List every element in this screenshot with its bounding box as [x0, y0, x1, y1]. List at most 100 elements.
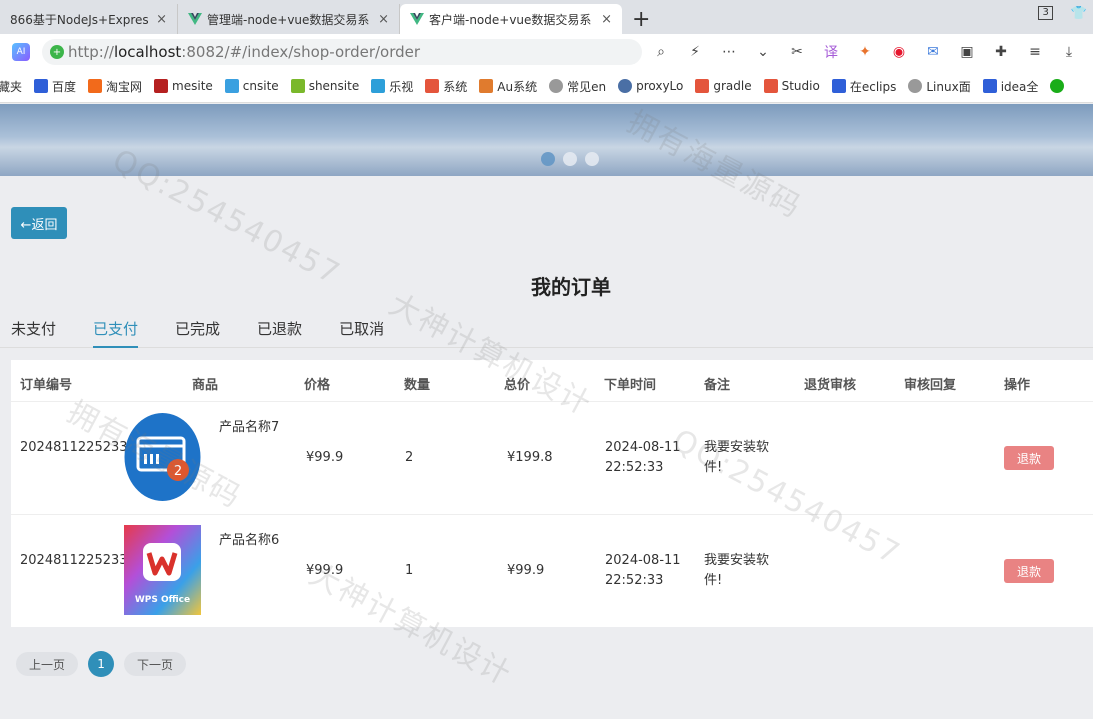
- bookmark-label: 百度: [52, 79, 77, 94]
- carousel-dot[interactable]: [563, 152, 577, 166]
- site-icon: [224, 79, 239, 93]
- tab-refunded[interactable]: 已退款: [257, 318, 302, 348]
- order-time: 2024-08-11 22:52:33: [605, 440, 681, 475]
- chevron-down-icon[interactable]: ⌄: [754, 44, 772, 60]
- bookmark-label: mesite: [172, 79, 213, 93]
- next-page-button[interactable]: 下一页: [124, 652, 187, 676]
- menu-icon[interactable]: ≡: [1026, 44, 1044, 60]
- bookmarks-bar: 藏夹 百度 淘宝网 mesite cnsite shensite 乐视 系统 A…: [0, 70, 1093, 103]
- browser-tab-active[interactable]: 客户端-node+vue数据交易系 ×: [400, 4, 622, 34]
- close-icon[interactable]: ×: [378, 12, 389, 27]
- tab-count-icon[interactable]: 3: [1038, 6, 1053, 20]
- translate-icon[interactable]: 译: [822, 42, 840, 62]
- order-id: 2024811225233753: [20, 553, 153, 568]
- back-button[interactable]: ←返回: [11, 207, 67, 239]
- product-image[interactable]: 2: [124, 412, 201, 502]
- close-icon[interactable]: ×: [601, 12, 612, 27]
- bookmark-item[interactable]: cnsite: [224, 79, 279, 93]
- site-icon: [695, 79, 710, 93]
- svg-text:WPS Office: WPS Office: [135, 595, 190, 605]
- zoom-icon[interactable]: ⌕: [652, 44, 670, 60]
- carousel-dot[interactable]: [541, 152, 555, 166]
- game-icon[interactable]: ✦: [856, 44, 874, 60]
- bookmark-item[interactable]: 系统: [425, 78, 467, 95]
- site-icon: [154, 79, 169, 93]
- column-header: 下单时间: [604, 378, 657, 393]
- tab-completed[interactable]: 已完成: [175, 318, 220, 348]
- bookmark-item[interactable]: [1050, 79, 1068, 93]
- price: ¥99.9: [306, 563, 344, 578]
- window-controls: 3 👕: [1038, 6, 1087, 21]
- bookmark-label: 乐视: [389, 79, 414, 94]
- screenshot-icon[interactable]: ▣: [958, 44, 976, 60]
- bookmark-label: 系统: [443, 79, 468, 94]
- bookmark-item[interactable]: shensite: [290, 79, 360, 93]
- quantity: 1: [405, 563, 414, 578]
- bookmark-item[interactable]: gradle: [695, 79, 752, 93]
- bookmark-item[interactable]: 常见en: [549, 78, 606, 95]
- product-image[interactable]: WPS Office: [124, 525, 201, 615]
- column-header: 订单编号: [20, 378, 73, 393]
- product-name: 产品名称7: [219, 420, 280, 435]
- bookmark-item[interactable]: Au系统: [479, 78, 537, 95]
- tab-title: 客户端-node+vue数据交易系: [429, 12, 592, 27]
- shirt-icon[interactable]: 👕: [1071, 6, 1087, 21]
- close-icon[interactable]: ×: [156, 12, 167, 27]
- bookmark-item[interactable]: mesite: [154, 79, 213, 93]
- secure-icon: +: [50, 45, 64, 59]
- vue-logo-icon: [410, 13, 424, 25]
- prev-page-button[interactable]: 上一页: [16, 652, 79, 676]
- browser-tab[interactable]: 管理端-node+vue数据交易系 ×: [178, 4, 400, 34]
- site-icon: [290, 79, 305, 93]
- column-header: 退货审核: [804, 378, 857, 393]
- site-icon: [763, 79, 778, 93]
- refund-button[interactable]: 退款: [1004, 559, 1054, 583]
- bookmark-label: 淘宝网: [106, 79, 143, 94]
- bookmark-item[interactable]: Studio: [763, 79, 820, 93]
- tab-paid[interactable]: 已支付: [93, 318, 139, 348]
- bookmark-item[interactable]: 在eclips: [831, 78, 896, 95]
- table-row: 2024811225233753 WPS Office 产品名称6 ¥99.9 …: [11, 515, 1093, 627]
- table-row: 2024811225233746 2 产品名称7 ¥99.9 2 ¥199.8 …: [11, 402, 1093, 515]
- bookmark-item[interactable]: 乐视: [371, 78, 413, 95]
- new-tab-button[interactable]: +: [622, 4, 660, 34]
- globe-icon: [908, 79, 923, 93]
- carousel-dot[interactable]: [585, 152, 599, 166]
- order-note: 我要安装软件!: [704, 553, 770, 588]
- refund-button[interactable]: 退款: [1004, 446, 1054, 470]
- mail-icon[interactable]: ✉: [924, 44, 942, 60]
- bookmark-item[interactable]: 藏夹: [0, 78, 22, 95]
- bookmark-label: Au系统: [497, 79, 538, 94]
- tab-cancelled[interactable]: 已取消: [339, 318, 384, 348]
- tv-icon: [371, 79, 386, 93]
- scissors-icon[interactable]: ✂: [788, 44, 806, 60]
- weibo-icon[interactable]: ◉: [890, 44, 908, 60]
- bookmark-item[interactable]: 百度: [34, 78, 76, 95]
- ai-assistant-icon[interactable]: AI: [12, 43, 30, 61]
- download-icon[interactable]: ⤓: [1060, 44, 1078, 60]
- order-id: 2024811225233746: [20, 440, 153, 455]
- bookmark-label: shensite: [308, 79, 360, 93]
- tab-unpaid[interactable]: 未支付: [11, 318, 56, 348]
- price: ¥99.9: [306, 450, 344, 465]
- product-name: 产品名称6: [219, 533, 280, 548]
- order-time: 2024-08-11 22:52:33: [605, 553, 681, 588]
- order-status-tabs: 未支付 已支付 已完成 已退款 已取消: [0, 318, 1093, 348]
- url-path: :8082/#/index/shop-order/order: [181, 43, 421, 61]
- site-icon: [479, 79, 494, 93]
- extensions-icon[interactable]: ✚: [992, 44, 1010, 60]
- lightning-icon[interactable]: ⚡: [686, 44, 704, 60]
- bookmark-item[interactable]: proxyLo: [618, 79, 683, 93]
- page-number-current[interactable]: 1: [88, 651, 115, 677]
- bookmark-item[interactable]: Linux面: [908, 78, 971, 95]
- column-header: 价格: [304, 378, 331, 393]
- browser-tab[interactable]: 866基于NodeJs+Express+ ×: [0, 4, 178, 34]
- orders-table: 订单编号 商品 价格 数量 总价 下单时间 备注 退货审核 审核回复 操作 20…: [11, 360, 1093, 627]
- bookmark-item[interactable]: idea全: [982, 78, 1038, 95]
- column-header: 商品: [192, 378, 219, 393]
- baidu-icon: [34, 79, 49, 93]
- bookmark-item[interactable]: 淘宝网: [88, 78, 142, 95]
- more-icon[interactable]: ⋯: [720, 44, 738, 60]
- address-bar: AI + http://localhost:8082/#/index/shop-…: [0, 34, 1093, 70]
- url-field[interactable]: + http://localhost:8082/#/index/shop-ord…: [42, 39, 642, 65]
